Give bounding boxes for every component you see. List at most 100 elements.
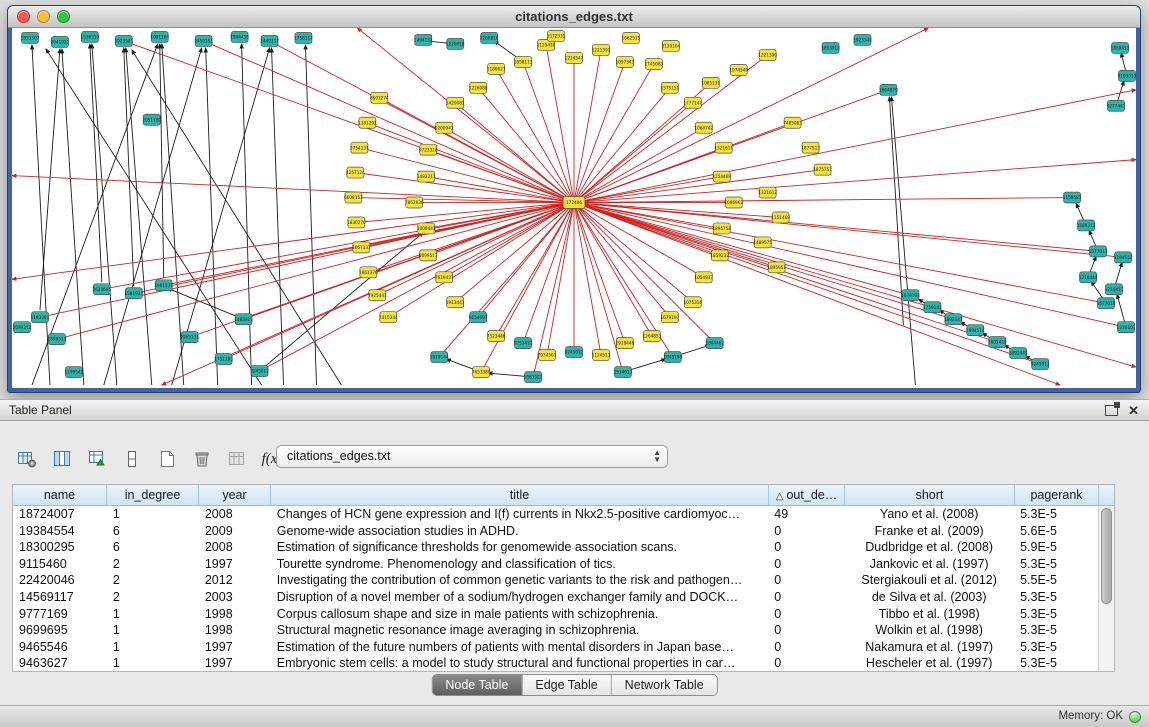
graph-node[interactable]: 1677018 [1097,298,1116,309]
graph-node[interactable]: 1777147 [683,97,702,108]
graph-node[interactable]: 1858113 [514,56,533,67]
graph-node[interactable]: 7925441 [368,290,387,301]
graph-node[interactable]: 1590513 [48,334,67,345]
graph-node[interactable]: 8601274 [370,92,389,103]
graph-node[interactable]: 3067131 [352,242,371,253]
network-table-selector[interactable]: citations_edges.txt ▲▼ [276,445,668,468]
graph-node[interactable]: 1892445 [1009,348,1028,359]
column-header-year[interactable]: year [199,485,271,505]
graph-node[interactable]: 1804462 [705,338,724,349]
graph-node[interactable]: 1859232 [710,250,729,261]
graph-node[interactable]: 1892141 [944,314,963,325]
graph-node[interactable]: 7619437 [435,272,454,283]
graph-node[interactable]: 1064742 [694,122,713,133]
table-row[interactable]: 1938455462009Genome-wide association stu… [13,523,1098,540]
import-table-icon[interactable] [84,446,110,472]
zoom-window-button[interactable] [57,10,70,23]
column-header-out-de-[interactable]: △out_de… [769,485,845,505]
close-window-button[interactable] [17,10,30,23]
graph-node[interactable]: 1689313 [1077,220,1096,231]
graph-node[interactable]: 1151469 [771,212,790,223]
graph-node[interactable]: 1154469 [712,171,731,182]
graph-node[interactable]: 1200941 [435,122,454,133]
graph-node[interactable]: 1096963 [724,197,743,208]
graph-node[interactable]: 1581931 [124,288,143,299]
graph-node[interactable]: 1830270 [347,217,366,228]
graph-node[interactable]: 2041921 [51,36,70,47]
graph-node[interactable]: 2245012 [250,366,269,377]
graph-node[interactable]: 1124513 [592,350,611,361]
graph-node[interactable]: 1923301 [114,35,133,46]
graph-node[interactable]: 1483921 [234,314,253,325]
graph-node[interactable]: 2260818 [480,32,499,43]
column-header-name[interactable]: name [13,485,107,505]
table-row[interactable]: 1872400712008Changes of HCN gene express… [13,506,1098,523]
graph-node[interactable]: 1861376 [359,267,378,278]
graph-node[interactable]: 1923144 [853,34,872,45]
graph-node[interactable]: 1097343 [616,56,635,67]
graph-node[interactable]: 1482211 [417,171,436,182]
graph-node[interactable]: 1075316 [683,297,702,308]
graph-node[interactable]: 1420081 [446,97,465,108]
float-panel-icon[interactable] [1105,405,1118,416]
graph-node[interactable]: 9193313 [1118,70,1136,81]
graph-node[interactable]: 1159581 [1063,192,1082,203]
graph-node[interactable]: 1575151 [660,82,679,93]
graph-node[interactable]: 1901531 [154,280,173,291]
graph-node[interactable]: 9154997 [469,312,488,323]
table-row[interactable]: 911546021997Tourette syndrome. Phenomeno… [13,556,1098,573]
tab-edge-table[interactable]: Edge Table [522,675,611,695]
minimize-window-button[interactable] [37,10,50,23]
table-row[interactable]: 977716911998Corpus callosum shape and si… [13,606,1098,623]
table-columns-icon[interactable] [49,446,75,472]
network-canvas[interactable]: 1858113112543012245471221393109734317450… [12,28,1136,388]
table-settings-icon[interactable] [14,446,40,472]
table-row[interactable]: 1456911722003Disruption of a novel membe… [13,589,1098,606]
citation-network-graph[interactable]: 1858113112543012245471221393109734317450… [12,28,1136,388]
column-header-title[interactable]: title [271,485,769,505]
graph-hub-node[interactable]: 172406 [563,197,585,209]
graph-node[interactable]: 1572331 [547,30,566,41]
graph-node[interactable]: 1494132 [414,34,433,45]
graph-node[interactable]: 1534913 [614,367,633,378]
graph-node[interactable]: 2099312 [13,322,32,333]
new-file-icon[interactable] [154,446,180,472]
graph-node[interactable]: 1994514 [966,325,985,336]
graph-node[interactable]: 1221390 [758,49,777,60]
graph-node[interactable]: 1489575 [753,237,772,248]
graph-node[interactable]: 7485083 [783,117,802,128]
graph-node[interactable]: 2450101 [194,35,213,46]
tab-network-table[interactable]: Network Table [612,675,717,695]
graph-node[interactable]: 1077013 [1089,246,1108,257]
graph-node[interactable]: 7653389 [472,367,491,378]
graph-node[interactable]: 1054937 [694,272,713,283]
graph-node[interactable]: 1875751 [813,164,832,175]
graph-node[interactable]: 9723318 [419,144,438,155]
graph-node[interactable]: 1645198 [663,352,682,363]
graph-node[interactable]: 1974549 [729,64,748,75]
graph-node[interactable]: 1859413 [1111,42,1130,53]
graph-node[interactable]: 1224547 [565,52,584,63]
graph-node[interactable]: 1083921 [524,372,543,383]
vertical-scrollbar[interactable] [1098,506,1114,671]
graph-node[interactable]: 6608157 [344,192,363,203]
graph-node[interactable]: 1662515 [622,32,641,43]
graph-node[interactable]: 7523446 [487,331,506,342]
graph-node[interactable]: 1759133 [923,302,942,313]
graph-node[interactable]: 1918446 [616,338,635,349]
graph-node[interactable]: 1321611 [714,142,733,153]
table-row[interactable]: 946554611997Estimation of the future num… [13,639,1098,656]
graph-node[interactable]: 1085131 [701,77,720,88]
graph-node[interactable]: 1199541 [65,367,84,378]
graph-node[interactable]: 8099517 [419,250,438,261]
graph-node[interactable]: 1221393 [592,44,611,55]
graph-node[interactable]: 1904456 [230,31,249,42]
graph-node[interactable]: 9245013 [1031,359,1050,370]
window-titlebar[interactable]: citations_edges.txt [8,6,1140,28]
table-row[interactable]: 946362711997Embryonic stem cells: a mode… [13,655,1098,671]
tab-node-table[interactable]: Node Table [432,675,522,695]
graph-node[interactable]: 1751183 [214,354,233,365]
graph-node[interactable]: 1895951 [767,262,786,273]
graph-node[interactable]: 1679193 [901,290,920,301]
graph-node[interactable]: 7415344 [379,312,398,323]
